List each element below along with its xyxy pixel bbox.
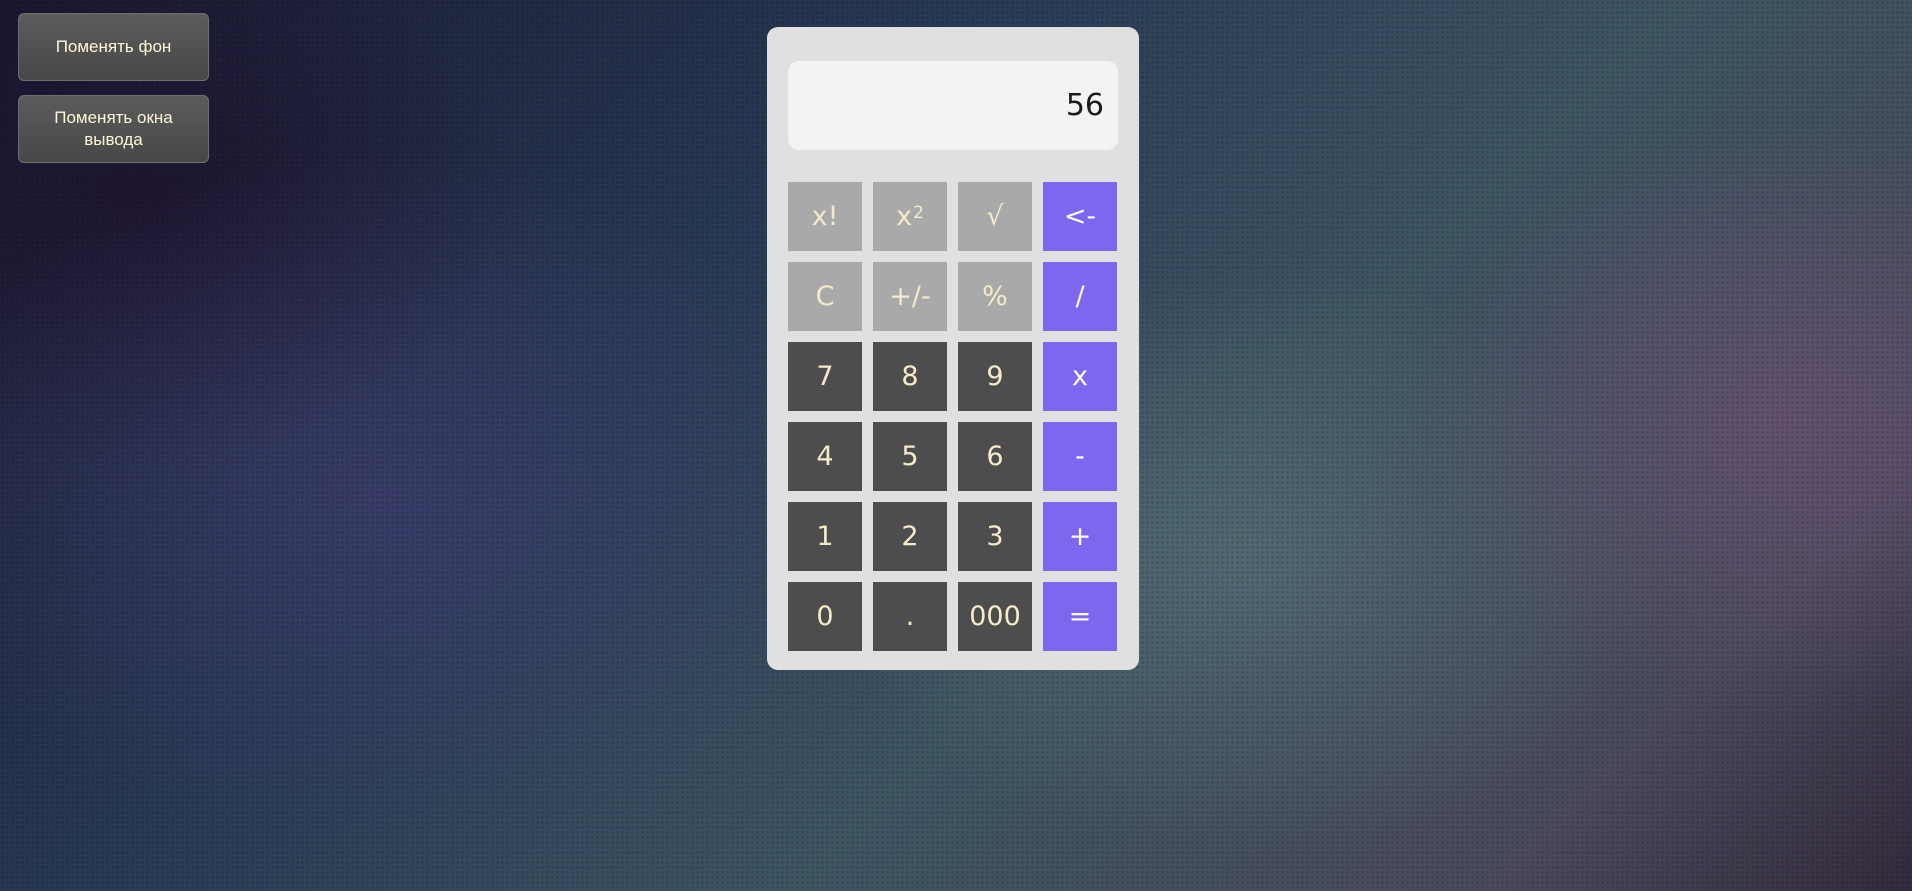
digit-5-label: 5 (901, 441, 919, 472)
digit-8-button[interactable]: 8 (873, 342, 947, 411)
clear-button[interactable]: C (788, 262, 862, 331)
sqrt-label: √ (986, 201, 1004, 232)
calculator-display: 56 (788, 61, 1118, 150)
digit-7-button[interactable]: 7 (788, 342, 862, 411)
digit-3-label: 3 (986, 521, 1004, 552)
digit-1-label: 1 (816, 521, 834, 552)
equals-button[interactable]: = (1043, 582, 1117, 651)
backspace-label: <- (1063, 201, 1097, 232)
minus-label: - (1075, 441, 1085, 472)
divide-button[interactable]: / (1043, 262, 1117, 331)
square-base-label: x (896, 201, 913, 232)
digit-8-label: 8 (901, 361, 919, 392)
triple-zero-button[interactable]: 000 (958, 582, 1032, 651)
digit-1-button[interactable]: 1 (788, 502, 862, 571)
digit-2-button[interactable]: 2 (873, 502, 947, 571)
triple-zero-label: 000 (969, 601, 1021, 632)
change-background-label: Поменять фон (55, 37, 172, 56)
digit-3-button[interactable]: 3 (958, 502, 1032, 571)
display-value: 56 (1065, 88, 1104, 123)
clear-label: C (815, 281, 835, 312)
change-background-button[interactable]: Поменять фон (18, 13, 209, 81)
digit-0-label: 0 (816, 601, 834, 632)
multiply-button[interactable]: x (1043, 342, 1117, 411)
decimal-point-label: . (905, 601, 915, 632)
change-output-button[interactable]: Поменять окна вывода (18, 95, 209, 163)
equals-label: = (1068, 601, 1092, 632)
square-exponent-label: 2 (913, 202, 924, 223)
negate-button[interactable]: +/- (873, 262, 947, 331)
calculator: 56 x! x2 √ <- C +/- % / 7 8 9 x 4 5 6 - … (767, 27, 1139, 670)
backspace-button[interactable]: <- (1043, 182, 1117, 251)
plus-label: + (1068, 521, 1092, 552)
percent-label: % (982, 281, 1008, 312)
decimal-point-button[interactable]: . (873, 582, 947, 651)
percent-button[interactable]: % (958, 262, 1032, 331)
change-output-label: Поменять окна вывода (54, 108, 173, 149)
digit-6-label: 6 (986, 441, 1004, 472)
factorial-label: x! (811, 201, 839, 232)
digit-9-label: 9 (986, 361, 1004, 392)
digit-4-label: 4 (816, 441, 834, 472)
multiply-label: x (1072, 361, 1088, 392)
divide-label: / (1075, 281, 1085, 312)
sqrt-button[interactable]: √ (958, 182, 1032, 251)
negate-label: +/- (889, 281, 931, 312)
digit-2-label: 2 (901, 521, 919, 552)
digit-0-button[interactable]: 0 (788, 582, 862, 651)
digit-9-button[interactable]: 9 (958, 342, 1032, 411)
square-button[interactable]: x2 (873, 182, 947, 251)
digit-7-label: 7 (816, 361, 834, 392)
plus-button[interactable]: + (1043, 502, 1117, 571)
minus-button[interactable]: - (1043, 422, 1117, 491)
digit-6-button[interactable]: 6 (958, 422, 1032, 491)
digit-4-button[interactable]: 4 (788, 422, 862, 491)
factorial-button[interactable]: x! (788, 182, 862, 251)
digit-5-button[interactable]: 5 (873, 422, 947, 491)
keypad: x! x2 √ <- C +/- % / 7 8 9 x 4 5 6 - 1 2… (788, 182, 1119, 651)
